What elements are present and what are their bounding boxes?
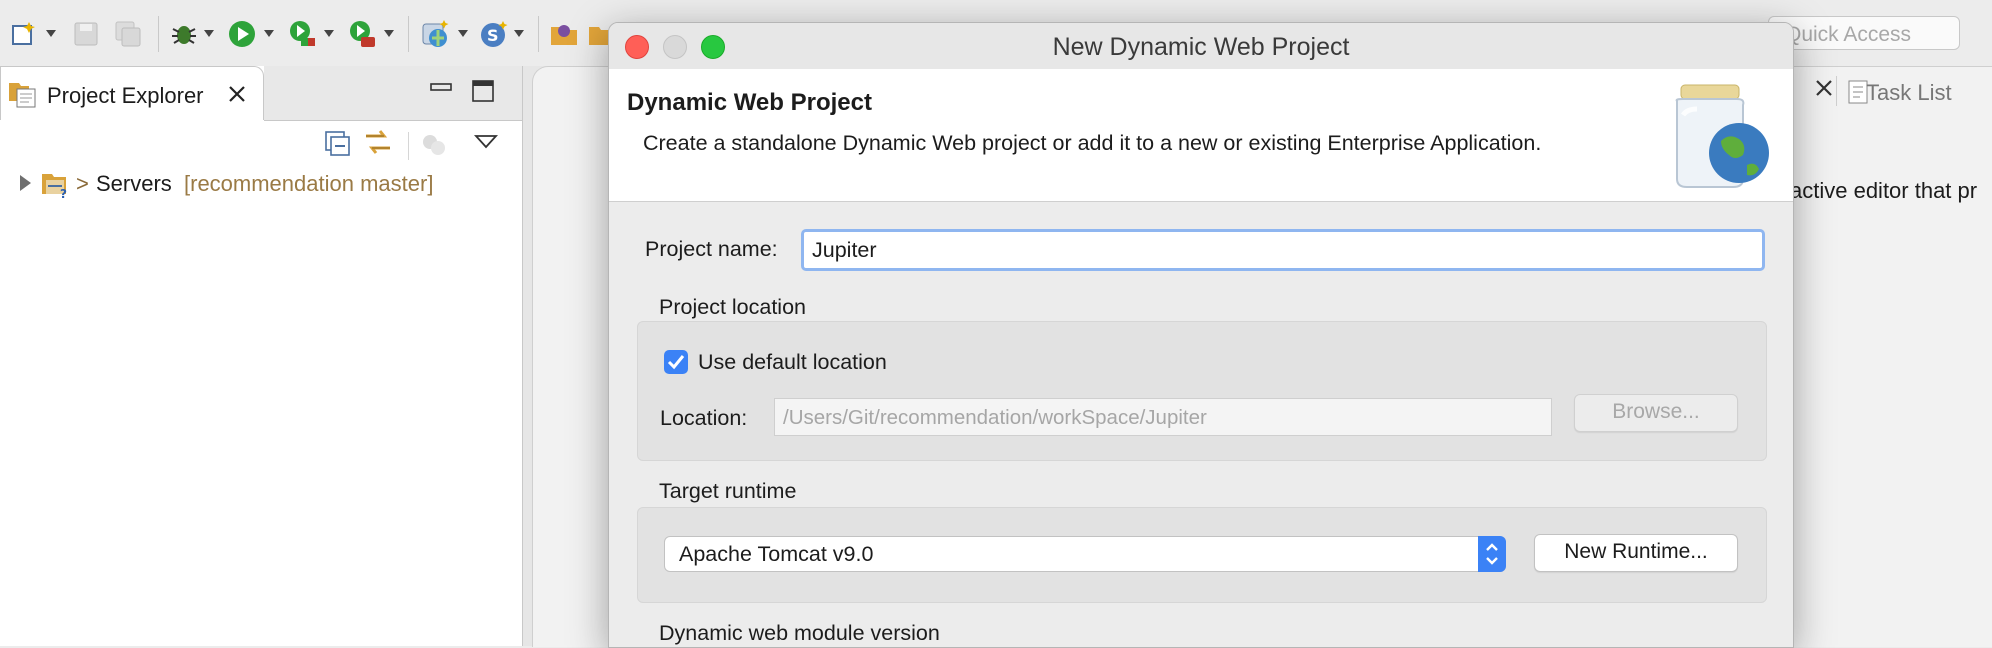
use-default-location-label: Use default location bbox=[698, 350, 887, 374]
select-stepper-icon[interactable] bbox=[1478, 536, 1506, 572]
new-project-icon[interactable]: S bbox=[478, 18, 510, 50]
external-tools-icon[interactable] bbox=[346, 18, 378, 50]
svg-text:?: ? bbox=[60, 187, 67, 200]
tab-project-explorer[interactable]: Project Explorer bbox=[0, 66, 264, 120]
collapse-all-icon[interactable] bbox=[322, 128, 352, 163]
maximize-icon[interactable] bbox=[472, 80, 494, 107]
git-prefix: > bbox=[76, 171, 89, 196]
web-project-jar-icon bbox=[1663, 75, 1787, 200]
project-location-group: Use default location Location: /Users/Gi… bbox=[637, 321, 1767, 461]
toolbar-separator bbox=[408, 16, 409, 52]
wizard-banner: Dynamic Web Project Create a standalone … bbox=[609, 69, 1793, 202]
target-runtime-select[interactable]: Apache Tomcat v9.0 bbox=[664, 536, 1506, 572]
open-type-icon[interactable] bbox=[548, 18, 580, 50]
dialog-titlebar: New Dynamic Web Project bbox=[609, 23, 1793, 70]
location-label: Location: bbox=[660, 406, 748, 430]
project-explorer-label: Project Explorer bbox=[47, 83, 204, 108]
tree-item-servers[interactable]: ? > Servers [recommendation master] bbox=[14, 168, 494, 201]
toolbar-separator bbox=[408, 132, 409, 160]
coverage-icon[interactable] bbox=[286, 18, 318, 50]
new-server-icon[interactable] bbox=[420, 18, 452, 50]
run-icon[interactable] bbox=[226, 18, 258, 50]
close-icon[interactable] bbox=[1812, 76, 1836, 105]
web-module-version-heading: Dynamic web module version bbox=[659, 621, 940, 645]
runtime-selected-value: Apache Tomcat v9.0 bbox=[679, 542, 874, 566]
tab-divider bbox=[1836, 76, 1837, 106]
project-name-field[interactable]: Jupiter bbox=[801, 229, 1765, 271]
dialog-title: New Dynamic Web Project bbox=[1052, 33, 1350, 61]
svg-text:S: S bbox=[487, 26, 499, 45]
location-value: /Users/Git/recommendation/workSpace/Jupi… bbox=[783, 406, 1207, 429]
save-all-icon[interactable] bbox=[112, 18, 144, 50]
new-runtime-button[interactable]: New Runtime... bbox=[1534, 534, 1738, 572]
quick-access-input[interactable]: Quick Access bbox=[1768, 16, 1960, 50]
editor-partial-text: active editor that pr bbox=[1790, 178, 1978, 203]
expand-arrow-icon[interactable] bbox=[18, 174, 32, 197]
save-icon[interactable] bbox=[70, 18, 102, 50]
use-default-location-checkbox[interactable] bbox=[664, 350, 688, 374]
minimize-icon[interactable] bbox=[430, 82, 452, 101]
wizard-page-description: Create a standalone Dynamic Web project … bbox=[643, 131, 1542, 155]
new-wizard-icon[interactable] bbox=[8, 18, 40, 50]
chevron-down-icon[interactable] bbox=[458, 30, 468, 37]
toolbar-separator bbox=[158, 16, 159, 52]
chevron-down-icon[interactable] bbox=[324, 30, 334, 37]
tab-task-list[interactable]: Task List bbox=[1812, 74, 1992, 122]
explorer-header-bar bbox=[264, 66, 522, 121]
project-name-value: Jupiter bbox=[812, 238, 877, 262]
view-menu-icon[interactable] bbox=[473, 134, 499, 155]
server-folder-icon: ? bbox=[40, 168, 74, 205]
new-dynamic-web-project-dialog: New Dynamic Web Project Dynamic Web Proj… bbox=[608, 22, 1794, 648]
tree-item-label: Servers bbox=[96, 171, 172, 196]
chevron-down-icon[interactable] bbox=[46, 30, 56, 37]
toolbar-separator bbox=[538, 16, 539, 52]
project-name-label: Project name: bbox=[645, 237, 778, 261]
chevron-down-icon[interactable] bbox=[204, 30, 214, 37]
link-with-editor-icon[interactable] bbox=[362, 126, 394, 163]
target-runtime-group: Apache Tomcat v9.0 New Runtime... bbox=[637, 507, 1767, 603]
browse-button[interactable]: Browse... bbox=[1574, 394, 1738, 432]
chevron-down-icon[interactable] bbox=[514, 30, 524, 37]
filters-icon[interactable] bbox=[420, 130, 450, 165]
git-decoration: [recommendation master] bbox=[184, 171, 434, 196]
chevron-down-icon[interactable] bbox=[384, 30, 394, 37]
project-location-heading: Project location bbox=[659, 295, 806, 319]
debug-icon[interactable] bbox=[168, 18, 200, 50]
target-runtime-heading: Target runtime bbox=[659, 479, 797, 503]
task-list-label: Task List bbox=[1866, 80, 1952, 105]
project-explorer-icon bbox=[7, 79, 39, 114]
location-field[interactable]: /Users/Git/recommendation/workSpace/Jupi… bbox=[774, 398, 1552, 436]
close-icon[interactable] bbox=[225, 82, 249, 111]
chevron-down-icon[interactable] bbox=[264, 30, 274, 37]
wizard-page-title: Dynamic Web Project bbox=[627, 89, 872, 116]
